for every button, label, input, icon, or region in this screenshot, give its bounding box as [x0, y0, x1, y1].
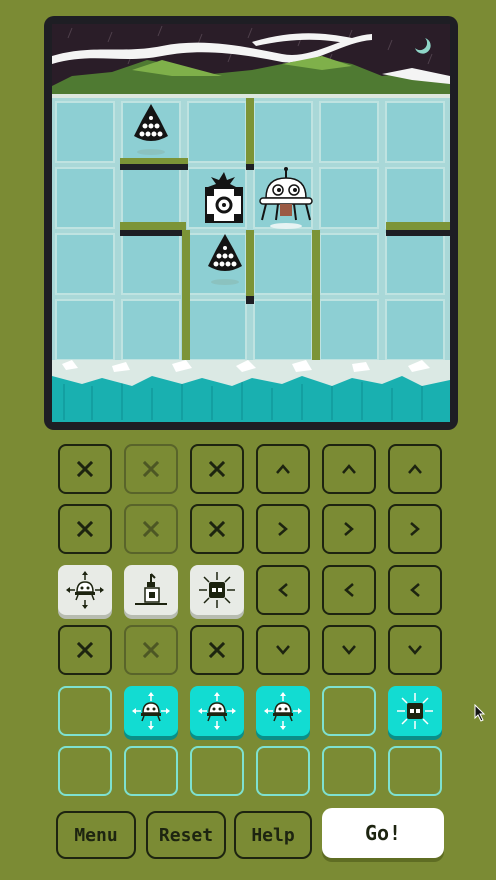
x-command-slot[interactable] [58, 504, 112, 554]
robot-move-command-slot[interactable] [58, 565, 112, 615]
block-burst-command-slot[interactable] [190, 565, 244, 615]
help-button[interactable]: Help [234, 811, 312, 859]
robot-move-icon [263, 691, 303, 731]
empty-command-slot[interactable] [388, 746, 442, 796]
go-button[interactable]: Go! [322, 808, 444, 858]
arrow-down-command-slot[interactable] [322, 625, 376, 675]
arrow-up-icon [407, 463, 423, 475]
block-burst-icon [197, 570, 237, 610]
x-command-slot[interactable] [124, 444, 178, 494]
reset-button[interactable]: Reset [146, 811, 226, 859]
robot-push-command-slot[interactable] [124, 565, 178, 615]
x-icon [75, 519, 95, 539]
arrow-right-command-slot[interactable] [322, 504, 376, 554]
x-icon [75, 640, 95, 660]
arrow-up-icon [275, 463, 291, 475]
x-icon [75, 459, 95, 479]
x-command-slot[interactable] [124, 504, 178, 554]
robot-move-command-slot[interactable] [190, 686, 244, 736]
empty-command-slot[interactable] [58, 746, 112, 796]
arrow-down-icon [407, 644, 423, 656]
empty-command-slot[interactable] [58, 686, 112, 736]
arrow-down-icon [341, 644, 357, 656]
arrow-left-icon [343, 582, 355, 598]
arrow-right-command-slot[interactable] [388, 504, 442, 554]
arrow-down-command-slot[interactable] [256, 625, 310, 675]
arrow-right-icon [277, 521, 289, 537]
board-scene [52, 24, 450, 422]
arrow-up-command-slot[interactable] [256, 444, 310, 494]
arrow-left-icon [409, 582, 421, 598]
game-board [44, 16, 458, 430]
block-burst-icon [395, 691, 435, 731]
arrow-left-icon [277, 582, 289, 598]
arrow-left-command-slot[interactable] [256, 565, 310, 615]
x-icon [141, 519, 161, 539]
x-command-slot[interactable] [190, 444, 244, 494]
empty-command-slot[interactable] [322, 686, 376, 736]
arrow-up-icon [341, 463, 357, 475]
arrow-left-command-slot[interactable] [388, 565, 442, 615]
x-icon [141, 640, 161, 660]
arrow-left-command-slot[interactable] [322, 565, 376, 615]
arrow-right-icon [409, 521, 421, 537]
x-command-slot[interactable] [58, 444, 112, 494]
empty-command-slot[interactable] [256, 746, 310, 796]
arrow-down-icon [275, 644, 291, 656]
empty-command-slot[interactable] [124, 746, 178, 796]
block-burst-command-slot[interactable] [388, 686, 442, 736]
x-command-slot[interactable] [190, 504, 244, 554]
robot-move-icon [197, 691, 237, 731]
x-icon [207, 459, 227, 479]
x-icon [207, 519, 227, 539]
x-icon [207, 640, 227, 660]
empty-command-slot[interactable] [322, 746, 376, 796]
robot-move-command-slot[interactable] [256, 686, 310, 736]
menu-button[interactable]: Menu [56, 811, 136, 859]
x-command-slot[interactable] [124, 625, 178, 675]
robot-move-icon [131, 691, 171, 731]
arrow-right-icon [343, 521, 355, 537]
arrow-up-command-slot[interactable] [322, 444, 376, 494]
arrow-right-command-slot[interactable] [256, 504, 310, 554]
arrow-up-command-slot[interactable] [388, 444, 442, 494]
robot-move-icon [65, 570, 105, 610]
mouse-cursor-icon [474, 704, 486, 722]
empty-command-slot[interactable] [190, 746, 244, 796]
arrow-down-command-slot[interactable] [388, 625, 442, 675]
x-icon [141, 459, 161, 479]
robot-move-command-slot[interactable] [124, 686, 178, 736]
x-command-slot[interactable] [190, 625, 244, 675]
x-command-slot[interactable] [58, 625, 112, 675]
robot-push-icon [131, 570, 171, 610]
